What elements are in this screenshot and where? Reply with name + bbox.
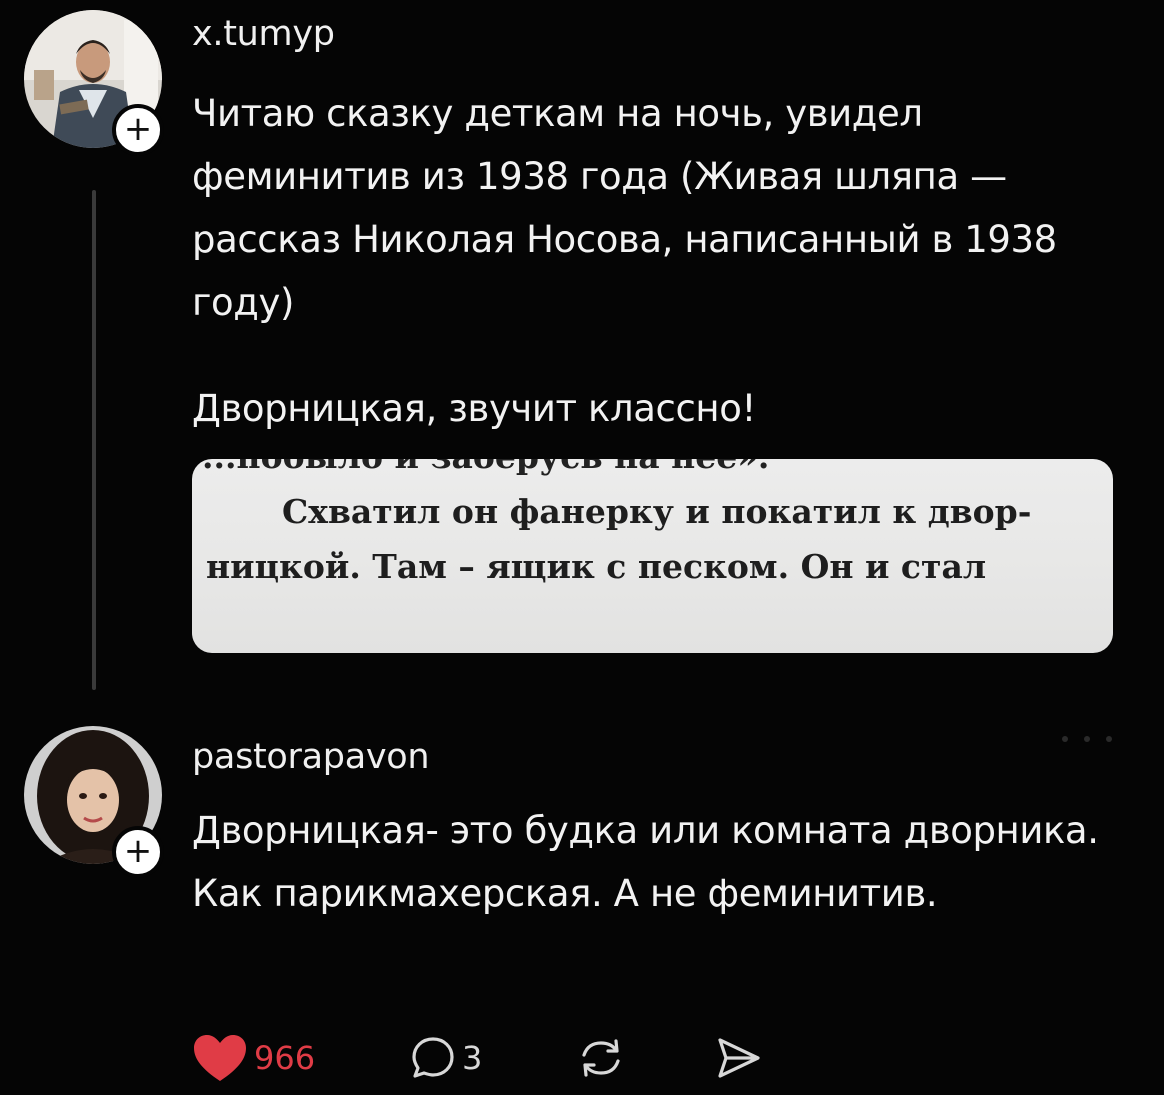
post-username[interactable]: pastorapavon [192, 737, 430, 777]
reply-count: 3 [462, 1039, 483, 1077]
thread-post-root: + x.tumyp Читаю сказку деткам на ночь, у… [0, 0, 1164, 700]
post-actions-bar: 966 3 [192, 1030, 892, 1086]
send-icon [718, 1038, 760, 1078]
post-attached-image[interactable]: ...побыло и заберусь на нее». Схватил он… [192, 459, 1113, 653]
thread-post-reply: + pastorapavon Дворницкая- это будка или… [0, 712, 1164, 1095]
like-button[interactable]: 966 [192, 1030, 315, 1086]
reply-button[interactable]: 3 [410, 1030, 482, 1086]
post-text-paragraph: Читаю сказку деткам на ночь, увидел феми… [192, 92, 1057, 324]
image-text-line: ницкой. Там – ящик с песком. Он и стал [206, 547, 987, 586]
more-options-icon[interactable] [1062, 736, 1112, 742]
follow-plus-button[interactable]: + [112, 104, 164, 156]
share-button[interactable] [714, 1030, 762, 1086]
post-username[interactable]: x.tumyp [192, 14, 335, 54]
post-text-paragraph: Дворницкая, звучит классно! [192, 387, 756, 430]
image-text-line: ...побыло и заберусь на нее». [202, 459, 1113, 476]
heart-icon [194, 1035, 246, 1081]
threads-feed: + x.tumyp Читаю сказку деткам на ночь, у… [0, 0, 1164, 1095]
repost-button[interactable] [578, 1030, 624, 1086]
comment-icon [412, 1037, 454, 1078]
like-count: 966 [254, 1039, 316, 1077]
follow-plus-button[interactable]: + [112, 826, 164, 878]
image-text-line: Схватил он фанерку и покатил к двор- [282, 492, 1032, 531]
post-text-paragraph: Дворницкая- это будка или комната дворни… [192, 809, 1099, 915]
thread-connector-line [92, 190, 96, 690]
repost-icon [582, 1039, 620, 1077]
